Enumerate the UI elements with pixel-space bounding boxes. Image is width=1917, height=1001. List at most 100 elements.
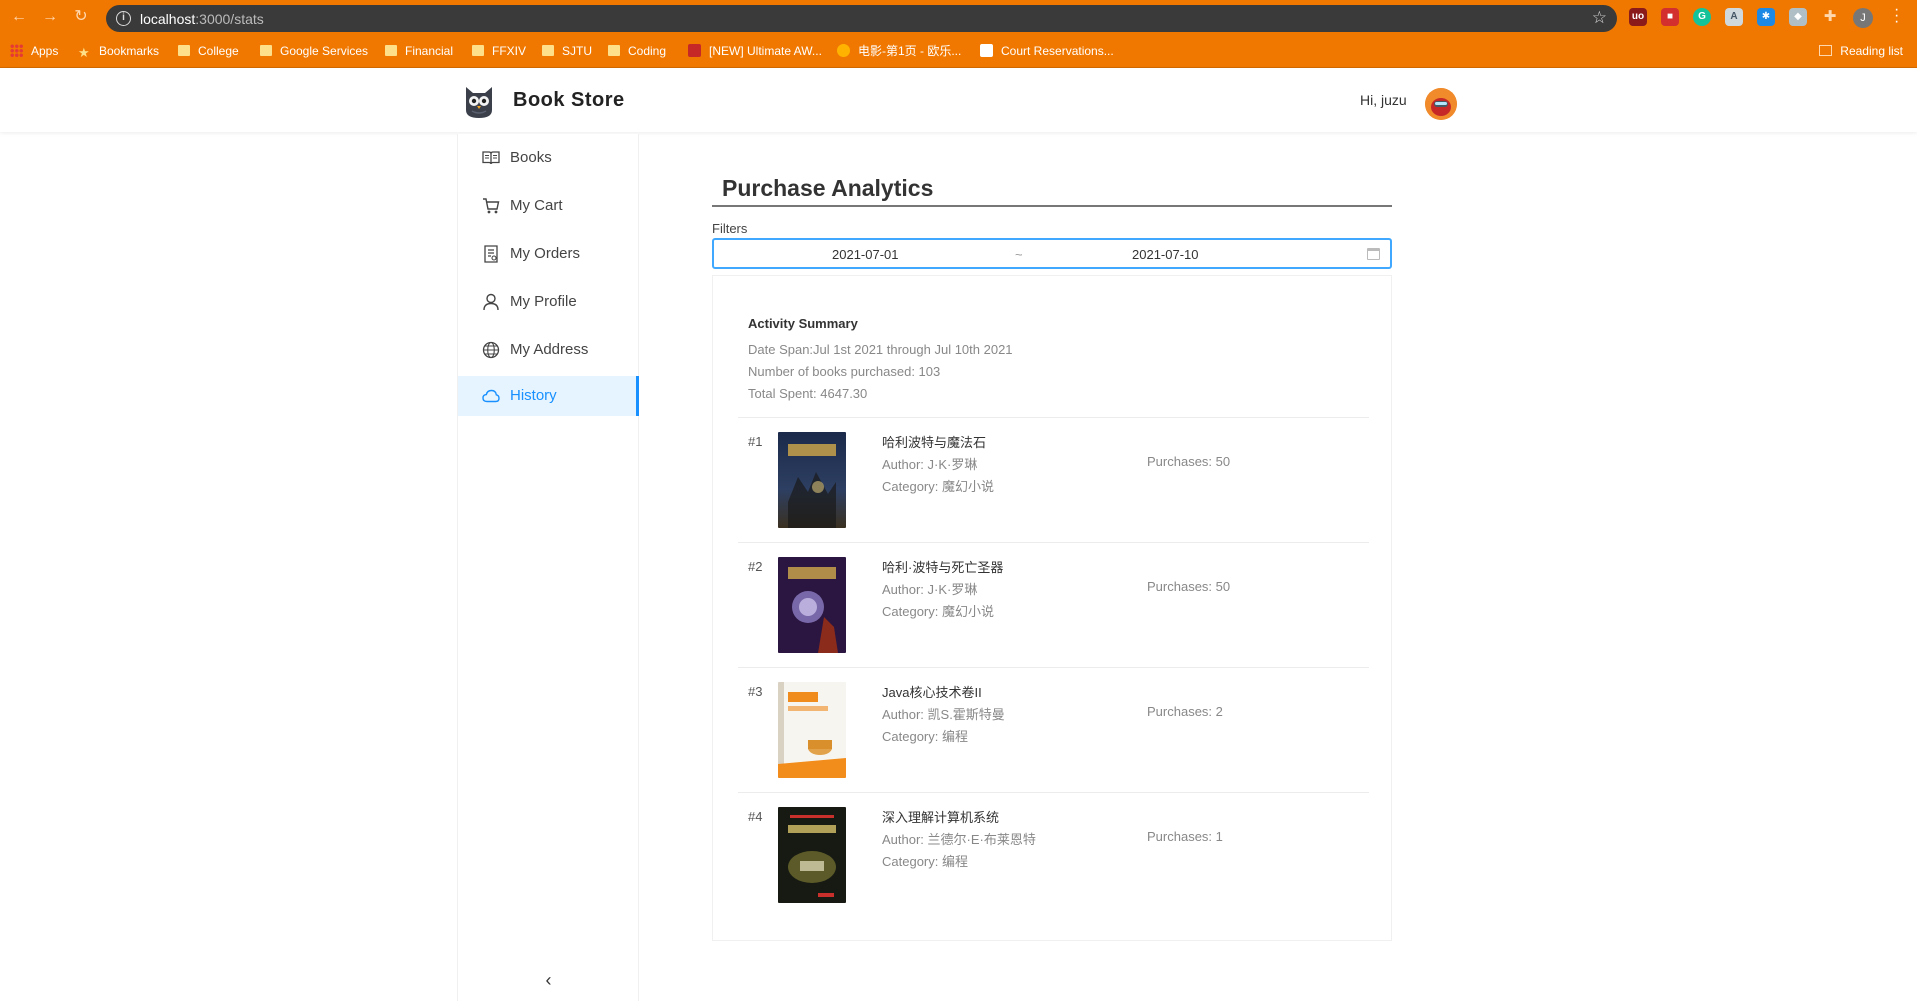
reload-icon[interactable]: ↻ bbox=[72, 8, 90, 26]
bookmark-court[interactable]: Court Reservations... bbox=[980, 42, 1114, 60]
book-author: Author: J·K·罗琳 bbox=[882, 582, 978, 597]
bookmark-star-icon[interactable]: ☆ bbox=[1592, 8, 1607, 28]
bookmark-ultimate[interactable]: [NEW] Ultimate AW... bbox=[688, 42, 822, 60]
brand-title[interactable]: Book Store bbox=[513, 89, 625, 112]
translate-extension-icon[interactable]: A bbox=[1725, 8, 1743, 26]
bookmark-label: Court Reservations... bbox=[1001, 44, 1114, 58]
bookmark-label: Bookmarks bbox=[99, 44, 160, 58]
sidebar-item-label: My Orders bbox=[510, 245, 581, 262]
book-cover-image[interactable] bbox=[778, 807, 846, 903]
folder-icon bbox=[542, 45, 554, 56]
book-title[interactable]: 哈利波特与魔法石 bbox=[882, 432, 986, 451]
app-header: Book Store Hi, juzu bbox=[0, 68, 1917, 132]
bookmark-label: 电影-第1页 - 欧乐... bbox=[858, 44, 962, 58]
page-title-bar: Purchase Analytics bbox=[712, 172, 1392, 207]
bookmarks-bar: Apps ★ Bookmarks College Google Services … bbox=[0, 38, 1917, 64]
end-date-input[interactable]: 2021-07-10 bbox=[1132, 247, 1199, 262]
court-site-icon bbox=[980, 44, 993, 57]
browser-menu-icon[interactable]: · · · bbox=[1894, 2, 1899, 30]
puzzle-extensions-icon[interactable]: ✚ bbox=[1821, 8, 1839, 26]
sidebar-item-history[interactable]: History bbox=[458, 376, 639, 416]
profile-avatar[interactable]: J bbox=[1853, 8, 1873, 28]
book-cover-image[interactable] bbox=[778, 432, 846, 528]
book-author: Author: J·K·罗琳 bbox=[882, 457, 978, 472]
url-text[interactable]: localhost:3000/stats bbox=[140, 11, 264, 27]
list-item[interactable]: #3 Java核心技术卷II Author: 凯S.霍斯特曼 Category:… bbox=[738, 667, 1369, 792]
sidebar-item-profile[interactable]: My Profile bbox=[458, 282, 639, 322]
book-category: Category: 编程 bbox=[882, 729, 968, 744]
bookmark-coding[interactable]: Coding bbox=[608, 42, 666, 60]
book-open-icon bbox=[482, 151, 500, 165]
book-title[interactable]: 哈利·波特与死亡圣器 bbox=[882, 557, 1003, 576]
globe-icon bbox=[482, 341, 500, 359]
folder-icon bbox=[260, 45, 272, 56]
forward-arrow-icon[interactable]: → bbox=[41, 8, 59, 26]
address-bar[interactable]: i localhost:3000/stats ☆ bbox=[106, 5, 1617, 32]
user-icon bbox=[483, 293, 499, 311]
book-author: Author: 兰德尔·E·布莱恩特 bbox=[882, 832, 1036, 847]
bookmark-label: Apps bbox=[31, 44, 59, 58]
sidebar-item-address[interactable]: My Address bbox=[458, 330, 639, 370]
book-purchases: Purchases: 1 bbox=[1147, 829, 1223, 844]
summary-title: Activity Summary bbox=[748, 316, 858, 331]
bookmark-label: [NEW] Ultimate AW... bbox=[709, 44, 822, 58]
bookmark-sjtu[interactable]: SJTU bbox=[542, 42, 592, 60]
grammarly-extension-icon[interactable]: G bbox=[1693, 8, 1711, 26]
bookmark-college[interactable]: College bbox=[178, 42, 239, 60]
summary-total-spent: Total Spent: 4647.30 bbox=[748, 386, 868, 401]
book-title[interactable]: Java核心技术卷II bbox=[882, 682, 982, 701]
apps-grid-icon bbox=[10, 44, 23, 57]
date-range-picker[interactable]: 2021-07-01 ~ 2021-07-10 bbox=[712, 238, 1392, 269]
ublock-extension-icon[interactable]: uo bbox=[1629, 8, 1647, 26]
url-host: localhost bbox=[140, 11, 196, 27]
book-title[interactable]: 深入理解计算机系统 bbox=[882, 807, 999, 826]
star-icon: ★ bbox=[78, 45, 90, 60]
book-cover-image[interactable] bbox=[778, 682, 846, 778]
browser-chrome: ← → ↻ i localhost:3000/stats ☆ uo ■ G A … bbox=[0, 0, 1917, 68]
cart-icon bbox=[483, 198, 500, 214]
bookmark-label: FFXIV bbox=[492, 44, 527, 58]
book-author: Author: 凯S.霍斯特曼 bbox=[882, 707, 1005, 722]
sidebar-item-label: My Cart bbox=[510, 197, 563, 214]
cloud-icon bbox=[482, 389, 500, 403]
bookmark-label: College bbox=[198, 44, 239, 58]
list-item[interactable]: #4 深入理解计算机系统 Author: 兰德尔·E·布莱恩特 Category… bbox=[738, 792, 1369, 917]
bookmark-label: Coding bbox=[628, 44, 667, 58]
book-category: Category: 魔幻小说 bbox=[882, 604, 994, 619]
list-item[interactable]: #2 哈利·波特与死亡圣器 Author: J·K·罗琳 Category: 魔… bbox=[738, 542, 1369, 667]
snowflake-extension-icon[interactable]: ✱ bbox=[1757, 8, 1775, 26]
sidebar-item-orders[interactable]: My Orders bbox=[458, 234, 639, 274]
sidebar-item-books[interactable]: Books bbox=[458, 138, 639, 178]
list-item[interactable]: #1 哈利波特与魔法石 Author: J·K·罗琳 Category: 魔幻小… bbox=[738, 417, 1369, 542]
back-arrow-icon[interactable]: ← bbox=[10, 8, 28, 26]
book-category: Category: 编程 bbox=[882, 854, 968, 869]
bookmark-google-services[interactable]: Google Services bbox=[260, 42, 368, 60]
bookmark-financial[interactable]: Financial bbox=[385, 42, 453, 60]
book-cover-image[interactable] bbox=[778, 557, 846, 653]
lock-extension-icon[interactable]: ■ bbox=[1661, 8, 1679, 26]
url-path: :3000/stats bbox=[195, 11, 264, 27]
summary-books-purchased: Number of books purchased: 103 bbox=[748, 364, 941, 379]
bookmark-movies[interactable]: 电影-第1页 - 欧乐... bbox=[837, 42, 961, 60]
bookmark-label: SJTU bbox=[562, 44, 592, 58]
bookmark-ffxiv[interactable]: FFXIV bbox=[472, 42, 526, 60]
start-date-input[interactable]: 2021-07-01 bbox=[832, 247, 899, 262]
book-purchases: Purchases: 50 bbox=[1147, 454, 1231, 469]
sidebar-item-cart[interactable]: My Cart bbox=[458, 186, 639, 226]
sidebar-item-label: Books bbox=[510, 149, 552, 166]
bookmark-bookmarks[interactable]: ★ Bookmarks bbox=[78, 42, 159, 60]
site-info-icon[interactable]: i bbox=[116, 11, 131, 26]
reading-list-label: Reading list bbox=[1840, 44, 1903, 58]
reading-list[interactable]: Reading list bbox=[1819, 42, 1903, 60]
extension-icon[interactable]: ◆ bbox=[1789, 8, 1807, 26]
owl-logo-icon[interactable] bbox=[462, 84, 496, 120]
movie-site-icon bbox=[837, 44, 850, 57]
sidebar-collapse-button[interactable]: ‹ bbox=[458, 965, 639, 995]
user-avatar[interactable] bbox=[1425, 88, 1457, 120]
book-category: Category: 魔幻小说 bbox=[882, 479, 994, 494]
calendar-icon[interactable] bbox=[1367, 248, 1380, 260]
bookmark-apps[interactable]: Apps bbox=[10, 42, 58, 60]
user-greeting: Hi, juzu bbox=[1360, 92, 1407, 108]
page-title: Purchase Analytics bbox=[722, 175, 934, 201]
range-separator: ~ bbox=[1015, 247, 1023, 262]
